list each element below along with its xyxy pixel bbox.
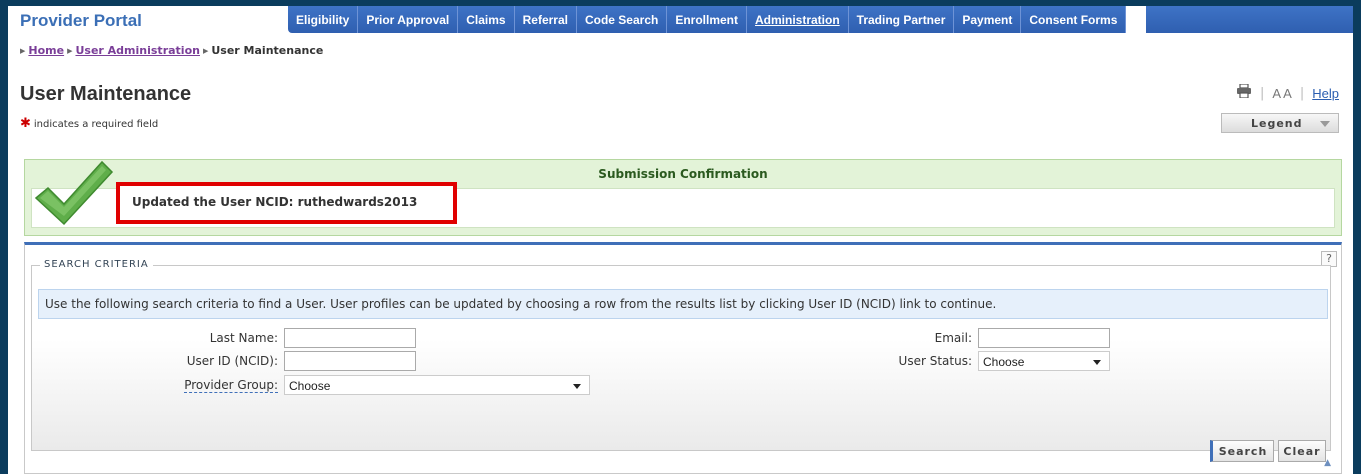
provider-group-label[interactable]: Provider Group: <box>184 378 278 393</box>
last-name-label: Last Name: <box>209 331 278 345</box>
search-button-bar: Search Clear <box>32 434 1330 464</box>
page-title: User Maintenance <box>20 83 192 105</box>
chevron-down-icon <box>573 384 581 389</box>
nav-fill <box>1146 6 1353 33</box>
provider-group-label-wrap: Provider Group: <box>152 378 278 393</box>
last-name-input[interactable] <box>284 328 416 348</box>
nav-consent-forms[interactable]: Consent Forms <box>1021 6 1127 33</box>
checkmark-icon <box>34 160 114 226</box>
breadcrumb-home-link[interactable]: Home <box>28 44 64 57</box>
nav-payment[interactable]: Payment <box>954 6 1022 33</box>
user-id-input[interactable] <box>284 351 416 371</box>
tools-separator: | <box>1299 85 1305 101</box>
nav-trading-partner[interactable]: Trading Partner <box>849 6 955 33</box>
nav-administration[interactable]: Administration <box>747 6 849 33</box>
email-label: Email: <box>934 331 972 345</box>
nav-referral[interactable]: Referral <box>515 6 577 33</box>
help-link[interactable]: Help <box>1312 86 1339 101</box>
required-note: ✱ indicates a required field <box>20 116 158 131</box>
confirmation-title: Submission Confirmation <box>598 167 768 181</box>
provider-group-value: Choose <box>289 379 331 393</box>
search-criteria-legend: SEARCH CRITERIA <box>40 259 153 270</box>
breadcrumb-current: User Maintenance <box>211 44 324 57</box>
chevron-down-icon <box>1320 121 1330 127</box>
nav-code-search[interactable]: Code Search <box>577 6 668 33</box>
nav-eligibility[interactable]: Eligibility <box>288 6 359 33</box>
search-info-text: Use the following search criteria to fin… <box>38 289 1328 319</box>
chevron-down-icon <box>1093 360 1101 365</box>
breadcrumb-arrow-icon: ▶ <box>20 47 26 55</box>
nav-prior-approval[interactable]: Prior Approval <box>358 6 459 33</box>
breadcrumb-arrow-icon: ▶ <box>67 47 73 55</box>
nav-enrollment[interactable]: Enrollment <box>667 6 747 33</box>
font-size-icon[interactable]: A A <box>1272 86 1292 101</box>
email-input[interactable] <box>978 328 1110 348</box>
legend-label: Legend <box>1251 117 1303 130</box>
legend-dropdown[interactable]: Legend <box>1221 113 1339 133</box>
breadcrumb-user-admin-link[interactable]: User Administration <box>75 44 200 57</box>
main-nav: Eligibility Prior Approval Claims Referr… <box>288 6 1127 33</box>
required-note-text: indicates a required field <box>33 119 159 130</box>
search-button[interactable]: Search <box>1210 440 1274 462</box>
user-status-select[interactable]: Choose <box>978 351 1110 371</box>
search-criteria-fieldset: SEARCH CRITERIA Use the following search… <box>31 259 1331 462</box>
breadcrumb: ▶ Home ▶ User Administration ▶ User Main… <box>20 44 323 57</box>
page-tools: | A A | Help <box>1236 83 1339 102</box>
user-id-label: User ID (NCID): <box>186 354 278 368</box>
nav-claims[interactable]: Claims <box>458 6 515 33</box>
scroll-to-top-icon[interactable]: ▲ <box>1324 458 1331 468</box>
clear-button[interactable]: Clear <box>1278 440 1326 462</box>
search-panel: ? SEARCH CRITERIA Use the following sear… <box>24 242 1342 474</box>
header: Provider Portal Eligibility Prior Approv… <box>8 6 1353 44</box>
tools-separator: | <box>1259 85 1265 101</box>
print-icon[interactable] <box>1236 83 1252 102</box>
confirmation-message: Updated the User NCID: ruthedwards2013 <box>116 182 457 224</box>
breadcrumb-arrow-icon: ▶ <box>202 47 209 55</box>
portal-logo[interactable]: Provider Portal <box>20 11 142 31</box>
user-status-value: Choose <box>983 355 1025 369</box>
required-star-icon: ✱ <box>20 116 31 131</box>
user-status-label: User Status: <box>898 354 972 368</box>
browser-page: Provider Portal Eligibility Prior Approv… <box>8 6 1353 474</box>
provider-group-select[interactable]: Choose <box>284 375 590 395</box>
